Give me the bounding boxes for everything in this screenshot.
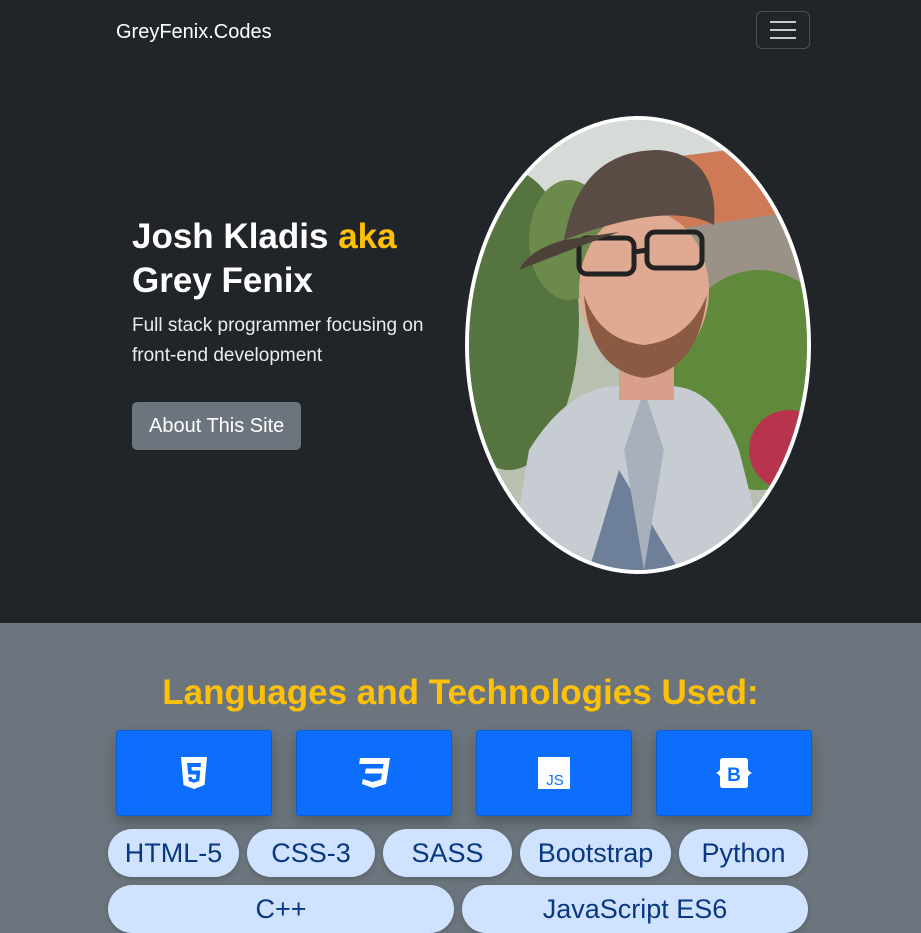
profile-photo <box>465 116 811 574</box>
css3-card[interactable] <box>296 730 452 816</box>
tech-pill-css3[interactable]: CSS-3 <box>247 829 375 877</box>
tech-pill-bootstrap[interactable]: Bootstrap <box>520 829 671 877</box>
technologies-section: Languages and Technologies Used: JS B HT… <box>0 623 921 933</box>
html5-icon <box>181 757 207 789</box>
html5-card[interactable] <box>116 730 272 816</box>
hero-name: Josh Kladis <box>132 217 329 256</box>
css3-icon <box>359 758 390 788</box>
javascript-card[interactable]: JS <box>476 730 632 816</box>
navbar: GreyFenix.Codes <box>0 0 921 64</box>
svg-text:B: B <box>727 765 741 786</box>
brand-link[interactable]: GreyFenix.Codes <box>116 20 272 44</box>
hero-aka: aka <box>338 217 397 256</box>
hero-subtitle: Full stack programmer focusing on front-… <box>132 315 424 366</box>
hero-section: Josh Kladis aka Grey Fenix Full stack pr… <box>0 64 921 623</box>
hamburger-menu-icon <box>770 21 796 23</box>
navbar-toggle-button[interactable] <box>756 11 810 49</box>
tech-pill-javascript-es6[interactable]: JavaScript ES6 <box>462 885 808 933</box>
tech-pill-cpp[interactable]: C++ <box>108 885 454 933</box>
bootstrap-card[interactable]: B <box>656 730 812 816</box>
javascript-icon: JS <box>538 757 570 789</box>
svg-text:JS: JS <box>546 772 564 789</box>
about-site-button[interactable]: About This Site <box>132 402 302 450</box>
bootstrap-icon: B <box>716 758 752 788</box>
tech-pill-python[interactable]: Python <box>679 829 808 877</box>
technologies-heading: Languages and Technologies Used: <box>162 673 759 712</box>
tech-pill-html5[interactable]: HTML-5 <box>108 829 239 877</box>
tech-pill-sass[interactable]: SASS <box>383 829 512 877</box>
hero-alias: Grey Fenix <box>132 261 313 300</box>
profile-photo-illustration <box>469 120 807 570</box>
hero-title: Josh Kladis aka Grey Fenix <box>132 215 452 303</box>
